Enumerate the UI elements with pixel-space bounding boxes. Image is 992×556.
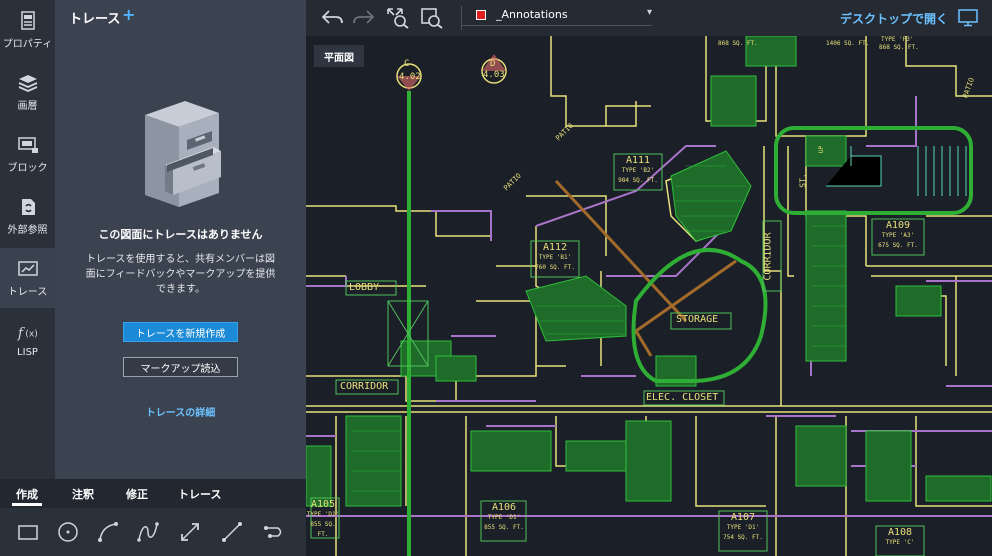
trace-panel: トレース + この図面にトレースはありません トレースを使用すると、共有メンバー… xyxy=(55,0,306,479)
trace-details-link[interactable]: トレースの詳細 xyxy=(55,404,306,419)
empty-description: トレースを使用すると、共有メンバーは図面にフィードバックやマークアップを提供でき… xyxy=(85,254,276,295)
cabinet-illustration xyxy=(145,101,221,207)
trace-icon xyxy=(17,258,39,280)
empty-title: この図面にトレースはありません xyxy=(98,228,263,241)
lisp-icon: f (x) xyxy=(17,322,39,344)
room-type: TYPE 'B1' xyxy=(538,254,572,261)
room-area: 984 SQ. FT. xyxy=(618,177,658,184)
rail-label-trace: トレース xyxy=(7,287,48,298)
room-number: A108 xyxy=(887,527,913,538)
rail-label-blocks: ブロック xyxy=(7,163,48,174)
section-c-id: C xyxy=(404,59,410,69)
room-type: TYPE 'D1' xyxy=(487,514,521,521)
room-a105: A105 TYPE 'D1' 855 SQ. FT. xyxy=(306,500,340,540)
zoom-extents-icon[interactable] xyxy=(386,7,410,29)
undo-icon[interactable] xyxy=(320,7,344,29)
xref-icon xyxy=(17,196,39,218)
rail-item-layers[interactable]: 画層 xyxy=(0,62,55,122)
room-area: 675 SQ. FT. xyxy=(878,242,918,249)
layer-name: _Annotations xyxy=(496,8,568,21)
zoom-window-icon[interactable] xyxy=(420,7,444,29)
room-number: A109 xyxy=(885,220,911,231)
left-rail: プロパティ 画層 ブロック 外部参照 トレース f (x) LISP xyxy=(0,0,55,556)
layer-color-swatch xyxy=(476,10,486,20)
polyline-tool-icon[interactable] xyxy=(262,520,286,544)
add-trace-icon[interactable]: + xyxy=(122,5,135,24)
layers-icon xyxy=(17,72,39,94)
rail-item-properties[interactable]: プロパティ xyxy=(0,0,55,60)
block-icon xyxy=(17,134,39,156)
room-type: TYPE 'D1' xyxy=(306,511,340,518)
elec-closet-label: ELEC. CLOSET xyxy=(646,392,719,403)
up-label: UP xyxy=(818,145,826,154)
room-a108: A108 TYPE 'C' xyxy=(877,528,923,548)
section-d-num: 4.03 xyxy=(483,70,505,80)
room-area-top: 868 SQ. FT. xyxy=(718,40,758,47)
line-tool-icon[interactable] xyxy=(220,520,244,544)
corridor-label: CORRIDOR xyxy=(762,232,774,281)
stair-label: ST. xyxy=(798,173,808,188)
room-number: A107 xyxy=(730,512,756,523)
bottom-tab-bar: 作成 注釈 修正 トレース xyxy=(0,479,306,508)
room-number: A111 xyxy=(625,155,651,166)
room-area: 855 SQ. FT. xyxy=(310,521,336,538)
new-trace-button[interactable]: トレースを新規作成 xyxy=(123,322,238,342)
rail-label-properties: プロパティ xyxy=(2,39,53,50)
section-d-id: D xyxy=(490,59,496,69)
room-area-top: 1406 SQ. FT. xyxy=(826,40,870,47)
floor-plan-drawing xyxy=(306,36,992,556)
properties-icon xyxy=(17,10,39,32)
redo-icon[interactable] xyxy=(352,7,376,29)
room-area: 855 SQ. FT. xyxy=(484,524,524,531)
panel-title: トレース xyxy=(69,12,121,27)
corridor-label: CORRIDOR xyxy=(340,381,389,392)
import-markup-button[interactable]: マークアップ読込 xyxy=(123,357,238,377)
room-number: A106 xyxy=(491,502,517,513)
rail-label-layers: 画層 xyxy=(17,101,38,112)
room-area: 754 SQ. FT. xyxy=(723,534,763,541)
open-in-desktop-link[interactable]: デスクトップで開く xyxy=(840,10,948,27)
drawing-canvas[interactable]: 平面図 C 4.02 D 4.03 PATIO PATIO PATIO A111… xyxy=(306,36,992,556)
room-type: TYPE 'B2' xyxy=(621,167,655,174)
tab-create[interactable]: 作成 xyxy=(16,486,38,502)
rail-item-blocks[interactable]: ブロック xyxy=(0,124,55,184)
rectangle-tool-icon[interactable] xyxy=(16,520,40,544)
room-a109: A109 TYPE 'A3' 675 SQ. FT. xyxy=(873,221,923,251)
rail-label-lisp: LISP xyxy=(17,347,38,358)
tab-trace[interactable]: トレース xyxy=(178,486,221,502)
rail-item-xref[interactable]: 外部参照 xyxy=(0,186,55,246)
storage-label: STORAGE xyxy=(676,314,719,325)
room-area: 760 SQ. FT. xyxy=(535,264,575,271)
desktop-monitor-icon[interactable] xyxy=(958,9,978,27)
room-a107: A107 TYPE 'D1' 754 SQ. FT. xyxy=(720,513,766,543)
arc-tool-icon[interactable] xyxy=(96,520,120,544)
room-a111: A111 TYPE 'B2' 984 SQ. FT. xyxy=(615,156,661,186)
room-number: A105 xyxy=(310,499,336,510)
room-number: A112 xyxy=(542,242,568,253)
move-tool-icon[interactable] xyxy=(178,520,202,544)
room-area-top: 868 SQ. FT. xyxy=(879,44,919,51)
rail-label-xref: 外部参照 xyxy=(7,225,48,236)
lobby-label: LOBBY xyxy=(349,282,380,293)
tab-annotate[interactable]: 注釈 xyxy=(72,486,94,502)
chevron-down-icon: ▾ xyxy=(646,7,652,18)
room-type: TYPE 'D1' xyxy=(726,524,760,531)
room-type: TYPE 'A3' xyxy=(881,232,915,239)
room-a112: A112 TYPE 'B1' 760 SQ. FT. xyxy=(532,243,578,273)
rail-item-trace[interactable]: トレース xyxy=(0,248,55,308)
active-tab-indicator xyxy=(12,503,42,506)
spline-tool-icon[interactable] xyxy=(136,520,160,544)
section-c-num: 4.02 xyxy=(399,72,421,82)
svg-text:(x): (x) xyxy=(25,329,38,340)
view-label[interactable]: 平面図 xyxy=(314,45,364,67)
tab-modify[interactable]: 修正 xyxy=(126,486,148,502)
room-a106: A106 TYPE 'D1' 855 SQ. FT. xyxy=(482,503,526,533)
room-type: TYPE 'C' xyxy=(885,539,915,546)
drawing-tools xyxy=(0,508,306,556)
room-type-top: TYPE 'F3' xyxy=(881,36,914,43)
rail-item-lisp[interactable]: f (x) LISP xyxy=(0,310,55,370)
circle-tool-icon[interactable] xyxy=(56,520,80,544)
layer-dropdown[interactable]: _Annotations ▾ xyxy=(462,5,652,26)
